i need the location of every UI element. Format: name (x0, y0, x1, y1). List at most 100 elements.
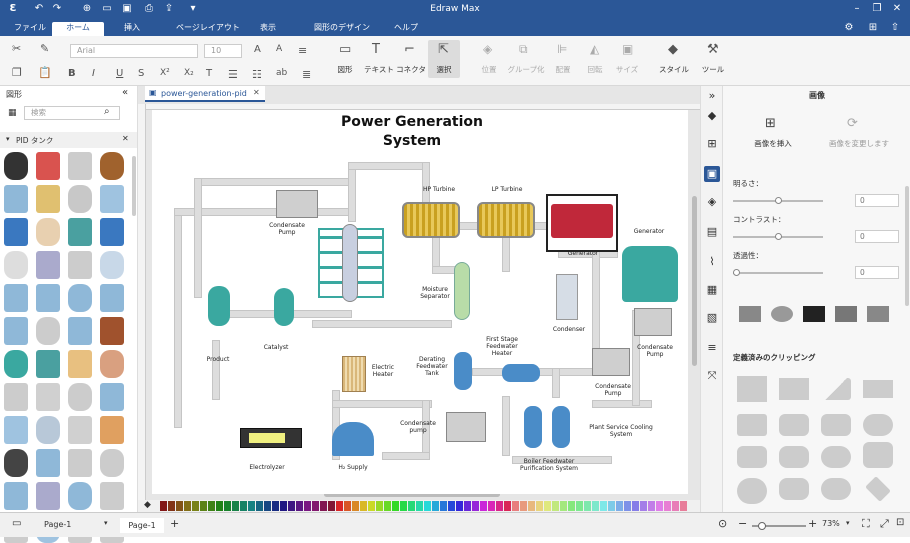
comment-icon[interactable]: ≡ (704, 340, 720, 356)
color-swatch[interactable] (256, 501, 263, 511)
menu-shape-design[interactable]: 図形のデザイン (308, 22, 376, 36)
zoom-in-icon[interactable]: + (808, 517, 817, 530)
share-icon[interactable]: ⇧ (888, 22, 902, 33)
clip-diamond[interactable] (865, 476, 891, 502)
pid-tank-shape[interactable] (36, 482, 60, 510)
color-swatch[interactable] (200, 501, 207, 511)
color-swatch[interactable] (400, 501, 407, 511)
color-swatch[interactable] (536, 501, 543, 511)
document-tab[interactable]: ▣ power-generation-pid ✕ (145, 86, 265, 102)
pid-tank-shape[interactable] (68, 449, 92, 477)
tools-icon[interactable]: ⚒ (707, 42, 719, 57)
color-swatch[interactable] (640, 501, 647, 511)
color-swatch[interactable] (328, 501, 335, 511)
color-swatch[interactable] (472, 501, 479, 511)
color-swatch[interactable] (544, 501, 551, 511)
image-effect-4[interactable] (835, 306, 857, 322)
undo-icon[interactable]: ↶ (32, 3, 46, 14)
color-swatch[interactable] (664, 501, 671, 511)
pid-tank-shape[interactable] (4, 218, 28, 246)
hp-turbine[interactable] (402, 202, 460, 238)
zoom-slider[interactable] (752, 522, 806, 530)
chart-icon[interactable]: ⌇ (704, 254, 720, 270)
color-swatch[interactable] (168, 501, 175, 511)
color-swatch[interactable] (456, 501, 463, 511)
page-icon[interactable]: ▤ (704, 224, 720, 240)
electric-heater[interactable] (342, 356, 366, 392)
style-icon[interactable]: ◆ (668, 42, 678, 57)
insert-image-icon[interactable]: ⊞ (765, 116, 776, 131)
pid-tank-shape[interactable] (36, 185, 60, 213)
maximize-icon[interactable]: ❐ (870, 3, 884, 14)
color-swatch[interactable] (680, 501, 687, 511)
align-icon[interactable]: ⊫ (557, 42, 567, 56)
color-swatch[interactable] (336, 501, 343, 511)
contrast-slider[interactable] (733, 233, 823, 240)
pid-tank-shape[interactable] (4, 152, 28, 180)
shape-tool-label[interactable]: 図形 (330, 64, 360, 75)
table-icon[interactable]: ▦ (704, 282, 720, 298)
color-swatch[interactable] (504, 501, 511, 511)
transparency-slider[interactable] (733, 269, 823, 276)
fit-page-icon[interactable]: ⛶ (862, 517, 870, 531)
clip-triangle[interactable] (821, 378, 851, 400)
color-swatch[interactable] (512, 501, 519, 511)
color-swatch[interactable] (192, 501, 199, 511)
color-swatch[interactable] (352, 501, 359, 511)
redo-icon[interactable]: ↷ (50, 3, 64, 14)
pid-tank-shape[interactable] (100, 185, 124, 213)
zoom-level[interactable]: 73% (822, 519, 840, 528)
color-swatch[interactable] (552, 501, 559, 511)
pid-tank-shape[interactable] (36, 284, 60, 312)
color-swatch[interactable] (624, 501, 631, 511)
page-view-icon[interactable]: ▭ (12, 518, 21, 529)
bold-icon[interactable]: B (68, 68, 76, 79)
condensate-pump-low[interactable] (446, 412, 486, 442)
export-icon[interactable]: ⇪ (162, 3, 176, 14)
cut-icon[interactable]: ✂ (12, 42, 21, 55)
color-swatch[interactable] (248, 501, 255, 511)
position-icon[interactable]: ◈ (483, 42, 492, 56)
color-swatch[interactable] (656, 501, 663, 511)
menu-insert[interactable]: 挿入 (118, 22, 146, 36)
color-swatch[interactable] (368, 501, 375, 511)
boiler-tank-1[interactable] (524, 406, 542, 448)
menu-view[interactable]: 表示 (254, 22, 282, 36)
pid-tank-shape[interactable] (36, 152, 60, 180)
quick-access-icon[interactable]: ▾ (186, 3, 200, 14)
pid-tank-shape[interactable] (68, 350, 92, 378)
color-swatch[interactable] (344, 501, 351, 511)
clip-ellipse[interactable] (821, 478, 851, 500)
color-swatch[interactable] (432, 501, 439, 511)
color-swatch[interactable] (360, 501, 367, 511)
pid-tank-shape[interactable] (4, 284, 28, 312)
clip-square[interactable] (737, 376, 767, 402)
pid-tank-shape[interactable] (100, 383, 124, 411)
page-dropdown-icon[interactable]: ▾ (104, 519, 108, 527)
pid-tank-shape[interactable] (68, 284, 92, 312)
fill-bucket-icon[interactable]: ◆ (144, 500, 151, 510)
color-swatch[interactable] (672, 501, 679, 511)
brightness-knob[interactable] (775, 197, 782, 204)
color-swatch[interactable] (440, 501, 447, 511)
condensate-pump-right[interactable] (634, 308, 672, 336)
layers-icon[interactable]: ◈ (704, 194, 720, 210)
color-swatch[interactable] (392, 501, 399, 511)
color-swatch[interactable] (648, 501, 655, 511)
connector-tool-icon[interactable]: ⌐ (404, 42, 415, 57)
pid-tank-shape[interactable] (4, 350, 28, 378)
color-swatch[interactable] (576, 501, 583, 511)
contact-icon[interactable]: ▧ (704, 310, 720, 326)
pid-tank-shape[interactable] (4, 482, 28, 510)
menu-home[interactable]: ホーム (52, 22, 104, 36)
menu-file[interactable]: ファイル (8, 22, 52, 36)
image-effect-2[interactable] (771, 306, 793, 322)
pid-tank-shape[interactable] (68, 416, 92, 444)
underline-icon[interactable]: U (116, 68, 123, 79)
position-label[interactable]: 位置 (474, 64, 504, 75)
pid-tank-shape[interactable] (36, 218, 60, 246)
clip-pill[interactable] (863, 414, 893, 436)
size-icon[interactable]: ▣ (622, 42, 633, 56)
color-swatch[interactable] (424, 501, 431, 511)
text-style-icon[interactable]: ab (276, 68, 287, 78)
